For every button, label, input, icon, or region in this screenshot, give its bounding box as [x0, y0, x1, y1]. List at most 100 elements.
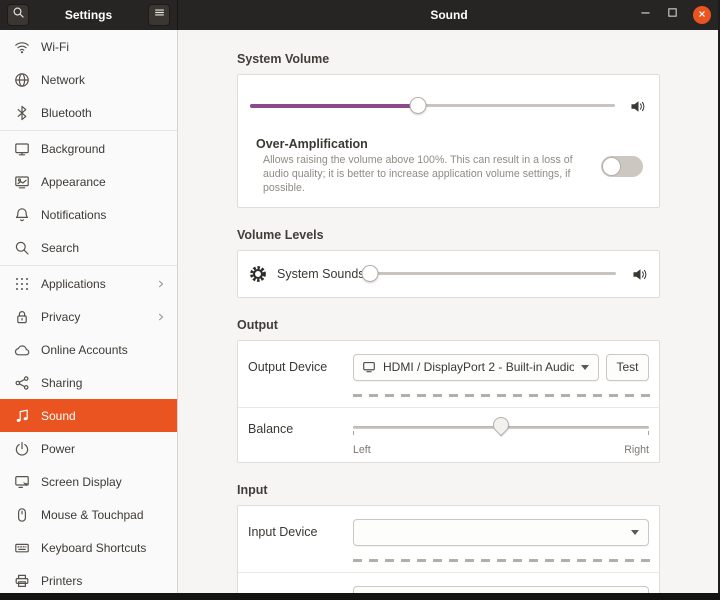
monitor-icon — [362, 360, 376, 374]
input-heading: Input — [237, 483, 268, 498]
speaker-icon — [632, 267, 649, 282]
sidebar-item-label: Sharing — [41, 375, 83, 390]
sidebar-item-label: Privacy — [41, 309, 81, 324]
volume-level-row: System Sounds — [248, 251, 649, 297]
sidebar-item-keyboard-shortcuts[interactable]: Keyboard Shortcuts — [0, 531, 177, 564]
output-section: Output Output Device HDMI / DisplayPort … — [237, 318, 660, 464]
settings-sidebar: Wi-Fi Network Bluetooth Background Appearanc… — [0, 30, 178, 593]
settings-window: Settings Sound Wi-Fi Network Bluetooth Back… — [0, 0, 720, 600]
sidebar-item-label: Network — [41, 72, 86, 87]
maximize-button[interactable] — [666, 6, 679, 24]
printers-icon — [14, 573, 30, 589]
sidebar-item-background[interactable]: Background — [0, 132, 177, 165]
sidebar-item-label: Notifications — [41, 207, 107, 222]
privacy-icon — [14, 309, 30, 325]
window-bottom-edge — [0, 593, 720, 600]
input-device-label: Input Device — [248, 525, 318, 540]
output-card: Output Device HDMI / DisplayPort 2 - Bui… — [237, 340, 660, 464]
volume-levels-card: System Sounds — [237, 250, 660, 299]
sidebar-item-sound[interactable]: Sound — [0, 399, 177, 432]
speaker-icon — [630, 99, 647, 114]
maximize-icon — [666, 6, 679, 24]
chevron-down-icon — [631, 529, 639, 535]
system-volume-slider[interactable] — [250, 97, 615, 115]
sidebar-item-online-accounts[interactable]: Online Accounts — [0, 333, 177, 366]
input-device-dropdown[interactable] — [353, 518, 649, 546]
chevron-right-icon — [155, 311, 167, 323]
close-button[interactable] — [693, 6, 711, 24]
system-volume-section: System Volume Over-Amplification Allows … — [237, 52, 660, 209]
sidebar-item-label: Applications — [41, 276, 106, 291]
search-button[interactable] — [7, 4, 29, 26]
sidebar-item-applications[interactable]: Applications — [0, 267, 177, 300]
sound-panel: System Volume Over-Amplification Allows … — [179, 30, 718, 593]
sidebar-item-sharing[interactable]: Sharing — [0, 366, 177, 399]
search-icon — [14, 240, 30, 256]
input-card: Input Device Configuration — [237, 505, 660, 593]
system-volume-slider-handle[interactable] — [409, 97, 427, 114]
sidebar-item-screen-display[interactable]: Screen Display — [0, 465, 177, 498]
sidebar-item-label: Background — [41, 141, 106, 156]
system-sounds-label: System Sounds — [277, 267, 365, 282]
background-icon — [14, 141, 30, 157]
over-amplification-label: Over-Amplification — [256, 137, 368, 151]
system-volume-heading: System Volume — [237, 52, 330, 66]
sidebar-item-label: Search — [41, 240, 80, 255]
system-sounds-slider-handle[interactable] — [361, 265, 379, 283]
input-section: Input Input Device Configuration — [237, 483, 660, 593]
output-device-dropdown[interactable]: HDMI / DisplayPort 2 - Built-in Audio — [353, 353, 599, 381]
sidebar-item-mouse-touchpad[interactable]: Mouse & Touchpad — [0, 498, 177, 531]
notifications-icon — [14, 207, 30, 223]
sidebar-item-power[interactable]: Power — [0, 432, 177, 465]
online-accounts-icon — [14, 342, 30, 358]
balance-slider-handle[interactable] — [489, 413, 513, 437]
test-speakers-button[interactable]: Test — [606, 353, 649, 381]
menu-button[interactable] — [148, 4, 170, 26]
sidebar-item-search[interactable]: Search — [0, 231, 177, 264]
appearance-icon — [14, 174, 30, 190]
system-volume-card: Over-Amplification Allows raising the vo… — [237, 74, 660, 209]
sidebar-item-label: Bluetooth — [41, 105, 92, 120]
minimize-button[interactable] — [639, 6, 652, 24]
sidebar-item-privacy[interactable]: Privacy — [0, 300, 177, 333]
screen-display-icon — [14, 474, 30, 490]
volume-levels-section: Volume Levels System Sounds — [237, 228, 660, 299]
header-bar: Settings Sound — [0, 0, 720, 30]
volume-levels-heading: Volume Levels — [237, 228, 324, 243]
system-sounds-slider[interactable] — [361, 265, 616, 283]
sidebar-item-appearance[interactable]: Appearance — [0, 165, 177, 198]
over-amplification-toggle[interactable] — [601, 155, 643, 177]
output-device-value: HDMI / DisplayPort 2 - Built-in Audio — [383, 360, 574, 375]
sidebar-item-label: Mouse & Touchpad — [41, 507, 144, 522]
chevron-down-icon — [581, 364, 589, 370]
sharing-icon — [14, 375, 30, 391]
over-amplification-description: Allows raising the volume above 100%. Th… — [263, 154, 573, 195]
header-main-section: Sound — [178, 0, 720, 30]
close-icon — [697, 6, 707, 24]
network-icon — [14, 72, 30, 88]
minimize-icon — [639, 6, 652, 24]
sidebar-item-label: Wi-Fi — [41, 39, 69, 54]
keyboard-shortcuts-icon — [14, 540, 30, 556]
wifi-icon — [14, 39, 30, 55]
header-sidebar-section: Settings — [0, 0, 178, 30]
sidebar-item-label: Sound — [41, 408, 76, 423]
balance-slider[interactable]: Left Right — [353, 413, 649, 457]
power-icon — [14, 441, 30, 457]
sidebar-item-bluetooth[interactable]: Bluetooth — [0, 96, 177, 129]
sidebar-item-printers[interactable]: Printers — [0, 564, 177, 593]
sound-icon — [14, 408, 30, 424]
bluetooth-icon — [14, 105, 30, 121]
output-heading: Output — [237, 318, 278, 333]
sidebar-item-network[interactable]: Network — [0, 63, 177, 96]
configuration-dropdown[interactable] — [353, 585, 649, 593]
sidebar-item-notifications[interactable]: Notifications — [0, 198, 177, 231]
sidebar-item-label: Printers — [41, 573, 83, 588]
gear-icon — [248, 264, 268, 284]
balance-left-label: Left — [353, 444, 371, 457]
sidebar-separator — [0, 130, 177, 131]
app-title: Settings — [64, 8, 113, 22]
mouse-touchpad-icon — [14, 507, 30, 523]
sidebar-item-wi-fi[interactable]: Wi-Fi — [0, 30, 177, 63]
search-icon — [12, 6, 25, 24]
